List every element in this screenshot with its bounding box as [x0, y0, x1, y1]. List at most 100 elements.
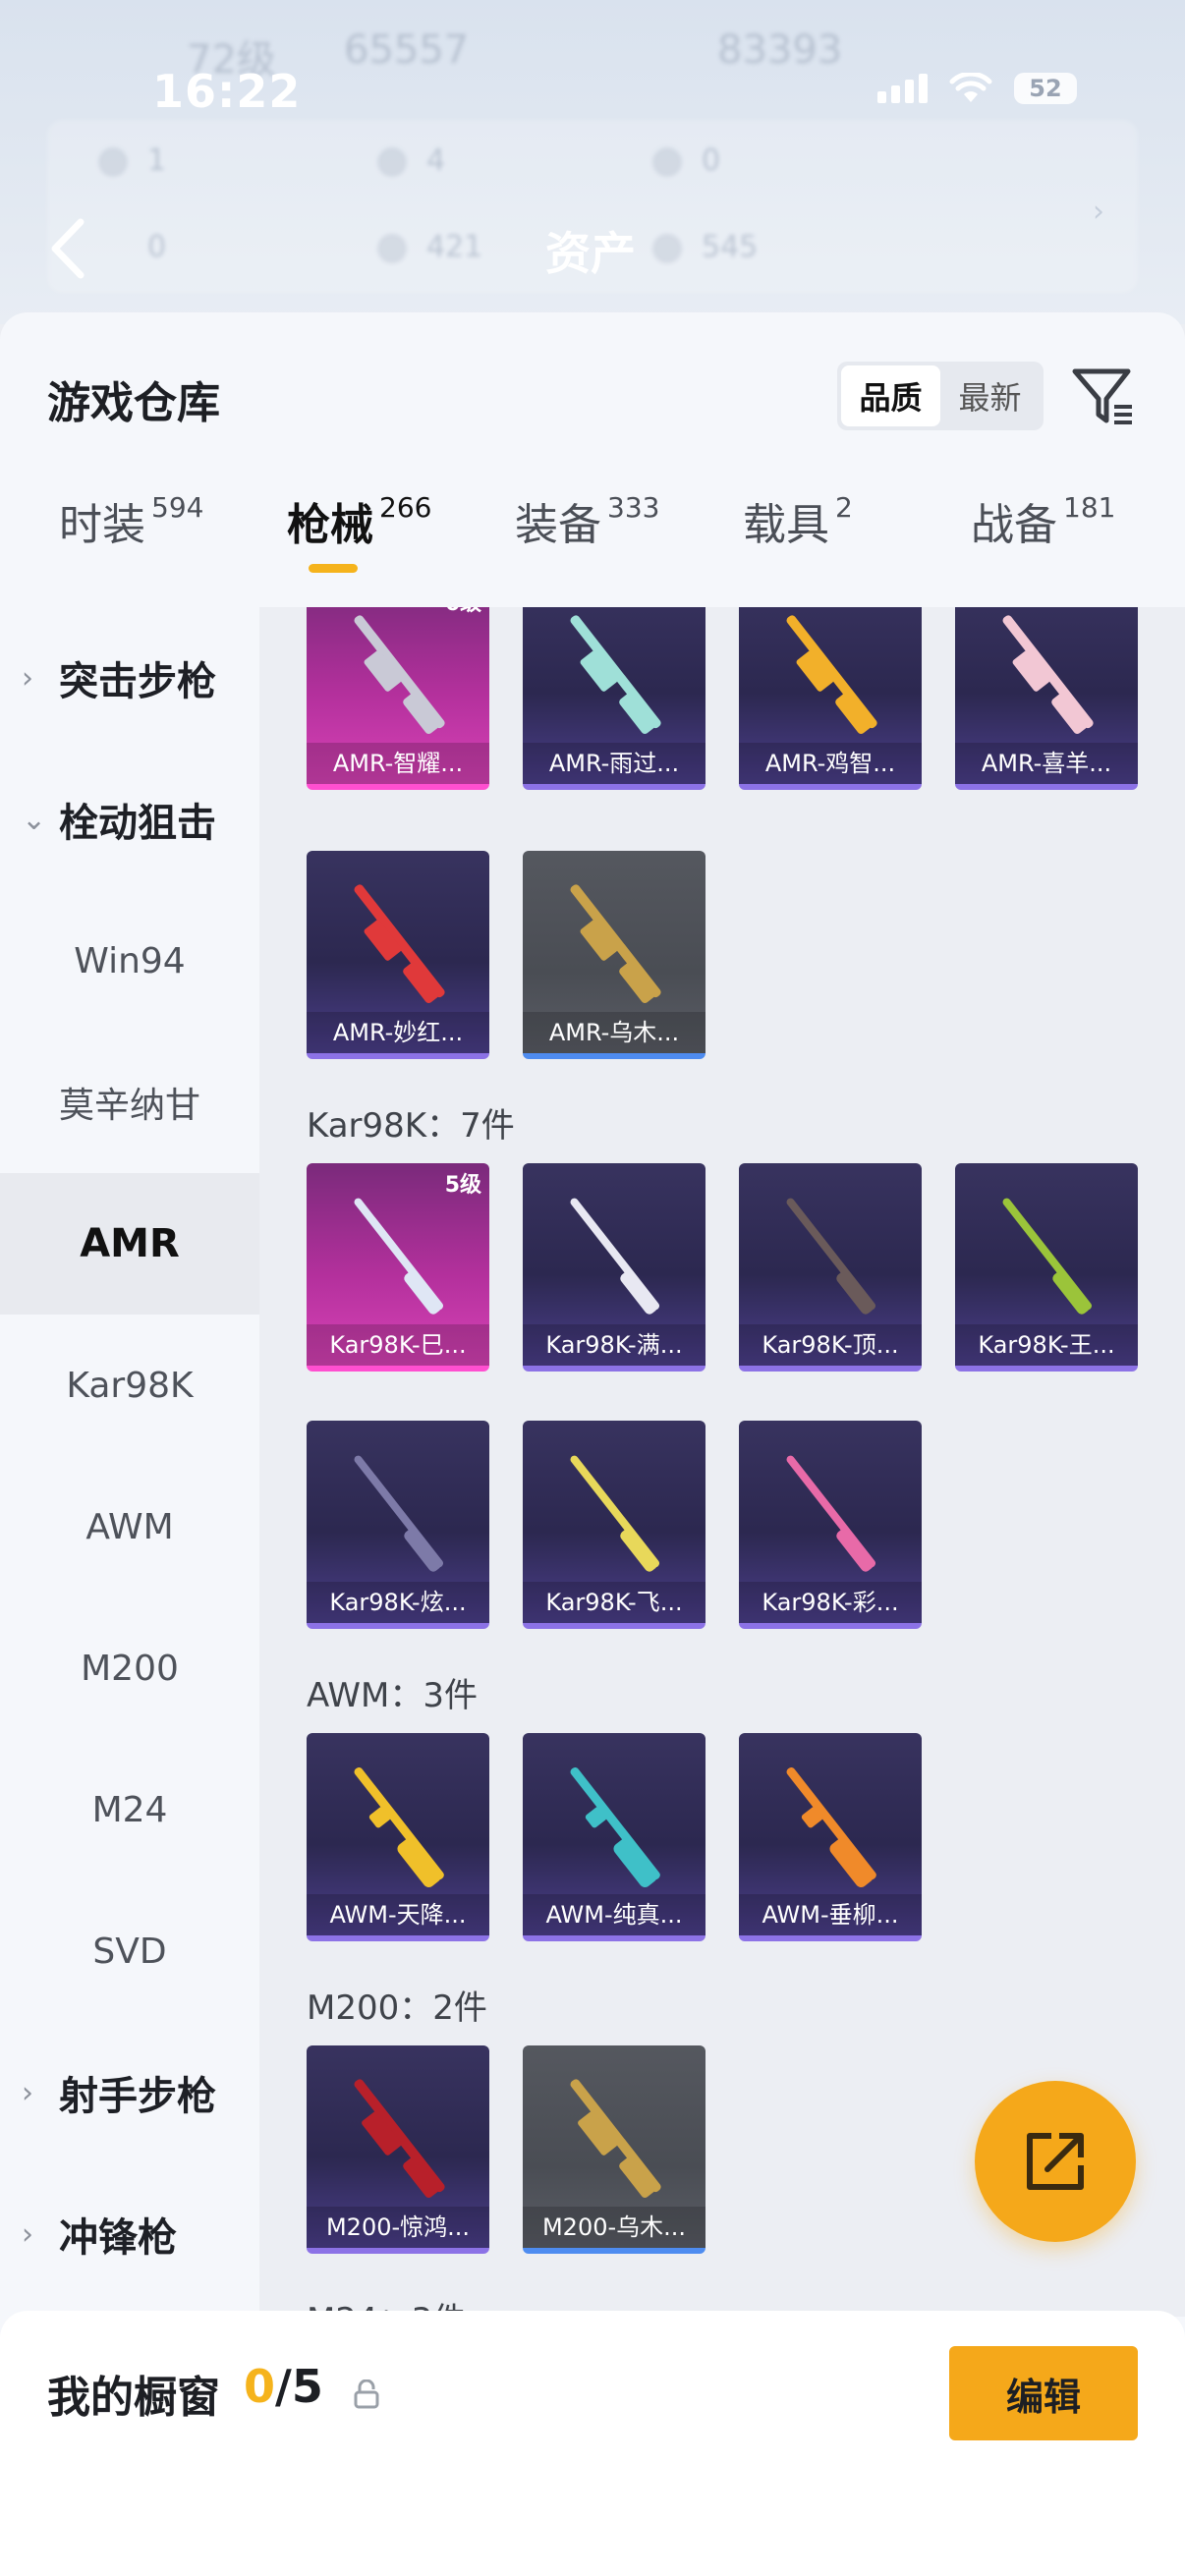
item-name: AWM-天降... [307, 1894, 489, 1935]
warehouse-title: 游戏仓库 [47, 378, 220, 428]
chevron-right-icon: › [22, 2216, 33, 2252]
group-title-kar98k: Kar98K：7件 [307, 1106, 515, 1146]
sidebar-item-amr[interactable]: AMR [0, 1173, 259, 1315]
rifle-icon [1002, 615, 1094, 734]
weapon-category-sidebar: › 突击步枪 ⌄ 栓动狙击 Win94 莫辛纳甘 AMR Kar98K AWM … [0, 607, 259, 2317]
status-time: 16:22 [152, 65, 302, 118]
tab-supplies[interactable]: 战备 181 [971, 489, 1115, 552]
showcase-count-total: /5 [275, 2360, 323, 2413]
back-arrow-icon[interactable] [43, 214, 92, 283]
item-card[interactable]: AWM-纯真... [523, 1733, 705, 1941]
sidebar-item-m200[interactable]: M200 [0, 1597, 259, 1739]
item-name: AMR-雨过... [523, 743, 705, 784]
item-card[interactable]: 6级 AMR-智耀... [307, 607, 489, 790]
item-card[interactable]: AMR-鸡智... [739, 607, 922, 790]
sidebar-item-bolt-sniper[interactable]: ⌄ 栓动狙击 [0, 749, 259, 890]
ghost-score-2: 83393 [717, 28, 843, 73]
item-name: Kar98K-王... [955, 1324, 1138, 1366]
item-card[interactable]: AWM-天降... [307, 1733, 489, 1941]
rifle-icon [786, 1455, 876, 1572]
rifle-icon [786, 1766, 876, 1887]
rifle-icon [354, 615, 445, 734]
showcase-count: 0/5 [244, 2360, 323, 2413]
tab-count: 266 [379, 491, 432, 524]
item-card[interactable]: Kar98K-王... [955, 1163, 1138, 1372]
ghost-val-1: 1 [147, 143, 167, 178]
edit-button[interactable]: 编辑 [949, 2346, 1138, 2440]
wifi-icon [949, 73, 992, 104]
rifle-icon [1002, 1198, 1093, 1315]
showcase-bar: 我的橱窗 0/5 编辑 [0, 2311, 1185, 2576]
sidebar-item-label: 冲锋枪 [59, 2215, 177, 2261]
sidebar-item-label: 栓动狙击 [59, 801, 216, 846]
share-icon [1027, 2133, 1084, 2190]
tab-count: 2 [835, 491, 853, 524]
item-card[interactable]: Kar98K-飞... [523, 1421, 705, 1629]
ghost-val-5: 421 [426, 230, 483, 264]
ghost-val-2: 4 [426, 143, 446, 178]
item-card[interactable]: Kar98K-满... [523, 1163, 705, 1372]
item-name: AMR-鸡智... [739, 743, 922, 784]
sidebar-item-awm[interactable]: AWM [0, 1456, 259, 1597]
level-badge: 5级 [444, 1173, 481, 1198]
item-name: Kar98K-顶... [739, 1324, 922, 1366]
item-card[interactable]: AMR-喜羊... [955, 607, 1138, 790]
tab-count: 181 [1063, 491, 1116, 524]
item-card[interactable]: AMR-妙红... [307, 851, 489, 1059]
ghost-score: 65557 [344, 28, 470, 73]
sidebar-item-svd[interactable]: SVD [0, 1880, 259, 2022]
chevron-right-icon: › [1093, 195, 1104, 229]
ghost-dot [98, 147, 128, 177]
rifle-icon [570, 1455, 660, 1572]
sidebar-item-mosin[interactable]: 莫辛纳甘 [0, 1032, 259, 1173]
sidebar-item-marksman-rifle[interactable]: › 射手步枪 [0, 2022, 259, 2163]
rifle-icon [786, 1198, 876, 1315]
item-card[interactable]: 5级 Kar98K-巳... [307, 1163, 489, 1372]
warehouse-sheet: 游戏仓库 品质 最新 时装 594 枪械 266 装备 333 载具 2 战备 … [0, 312, 1185, 2576]
tab-fashion[interactable]: 时装 594 [59, 489, 203, 552]
item-name: Kar98K-彩... [739, 1582, 922, 1623]
group-title-awm: AWM：3件 [307, 1676, 478, 1715]
item-card[interactable]: Kar98K-炫... [307, 1421, 489, 1629]
item-card[interactable]: AWM-垂柳... [739, 1733, 922, 1941]
rifle-icon [570, 1766, 660, 1887]
filter-icon[interactable] [1069, 362, 1138, 430]
ghost-dot [652, 234, 682, 263]
ghost-dot [377, 234, 407, 263]
item-card[interactable]: Kar98K-彩... [739, 1421, 922, 1629]
sort-quality-button[interactable]: 品质 [841, 365, 940, 426]
item-card[interactable]: Kar98K-顶... [739, 1163, 922, 1372]
chevron-down-icon: ⌄ [22, 802, 47, 837]
group-title-m200: M200：2件 [307, 1988, 487, 2028]
item-name: Kar98K-飞... [523, 1582, 705, 1623]
rifle-icon [786, 615, 877, 734]
item-card[interactable]: AMR-雨过... [523, 607, 705, 790]
rifle-icon [354, 1455, 444, 1572]
rifle-icon [354, 1766, 444, 1887]
tab-vehicles[interactable]: 载具 2 [743, 489, 853, 552]
tab-count: 333 [607, 491, 660, 524]
sidebar-item-smg[interactable]: › 冲锋枪 [0, 2163, 259, 2305]
tab-equipment[interactable]: 装备 333 [515, 489, 659, 552]
sort-latest-button[interactable]: 最新 [940, 365, 1040, 426]
showcase-label: 我的橱窗 [47, 2373, 220, 2423]
sidebar-item-kar98k[interactable]: Kar98K [0, 1315, 259, 1456]
rifle-icon [570, 1198, 660, 1315]
category-tabs: 时装 594 枪械 266 装备 333 载具 2 战备 181 [0, 489, 1185, 607]
share-fab-button[interactable] [975, 2081, 1136, 2242]
sidebar-item-label: 射手步枪 [59, 2074, 216, 2119]
item-name: AMR-喜羊... [955, 743, 1138, 784]
tab-guns[interactable]: 枪械 266 [287, 489, 431, 552]
sidebar-item-label: 突击步枪 [59, 659, 216, 704]
item-name: M200-乌木... [523, 2207, 705, 2248]
sidebar-item-win94[interactable]: Win94 [0, 890, 259, 1032]
sidebar-item-m24[interactable]: M24 [0, 1739, 259, 1880]
sidebar-item-assault-rifle[interactable]: › 突击步枪 [0, 607, 259, 749]
ghost-val-6: 545 [702, 230, 759, 264]
item-card[interactable]: M200-惊鸿... [307, 2045, 489, 2254]
page-title: 资产 [545, 227, 636, 280]
item-card[interactable]: M200-乌木... [523, 2045, 705, 2254]
item-card[interactable]: AMR-乌木... [523, 851, 705, 1059]
item-name: AMR-智耀... [307, 743, 489, 784]
ghost-val-3: 0 [702, 143, 721, 178]
